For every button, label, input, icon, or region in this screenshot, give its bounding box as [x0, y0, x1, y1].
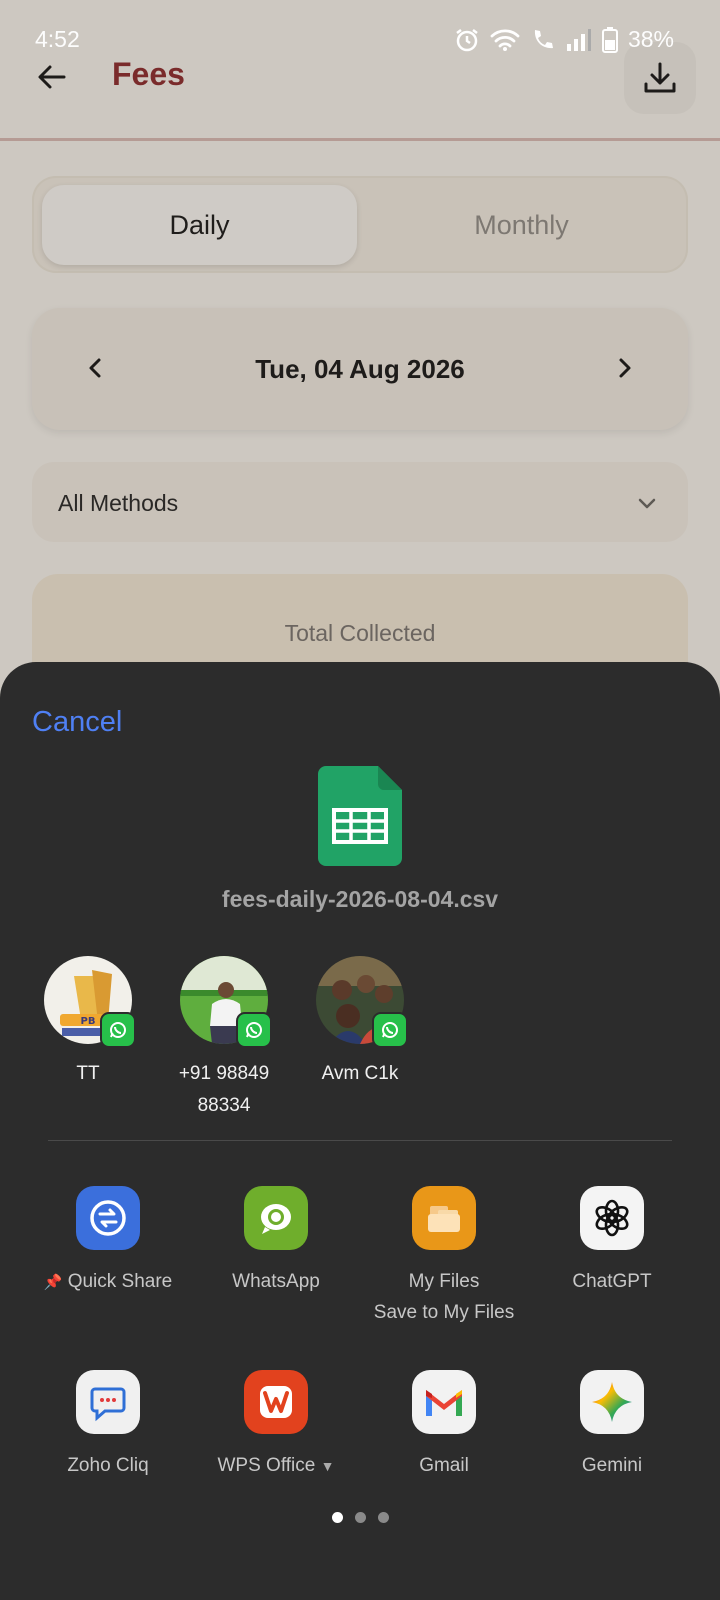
page-indicator — [0, 1512, 720, 1523]
page-dot[interactable] — [354, 1512, 366, 1523]
divider — [48, 1140, 672, 1141]
date-selector: Tue, 04 Aug 2026 — [32, 308, 688, 430]
payment-method-dropdown[interactable]: All Methods — [32, 462, 688, 542]
whatsapp-icon — [244, 1186, 308, 1250]
file-name: fees-daily-2026-08-04.csv — [221, 886, 499, 912]
chat-bubble-icon — [76, 1370, 140, 1434]
whatsapp-badge-icon — [372, 1012, 408, 1048]
signal-icon — [566, 28, 591, 51]
app-label: Quick Share — [67, 1271, 173, 1292]
gmail-icon — [412, 1370, 476, 1434]
quick-share-icon — [76, 1186, 140, 1250]
app-quick-share[interactable]: 📌 Quick Share — [24, 1186, 192, 1298]
app-zoho-cliq[interactable]: Zoho Cliq — [24, 1370, 192, 1481]
date-label: Tue, 04 Aug 2026 — [255, 354, 465, 384]
app-label-wrap: WPS Office ▼ — [192, 1450, 360, 1482]
app-label-wrap: 📌 Quick Share — [24, 1266, 192, 1298]
payment-method-value: All Methods — [58, 490, 179, 516]
contact-name: Avm C1k — [321, 1063, 399, 1084]
app-gmail[interactable]: Gmail — [360, 1370, 528, 1481]
whatsapp-badge-icon — [236, 1012, 272, 1048]
app-label: Gemini — [581, 1455, 643, 1476]
wifi-call-icon — [534, 29, 553, 48]
share-sheet: Cancel fees-daily-2026-08-04.csv PB TT +… — [0, 662, 720, 1600]
spreadsheet-file-icon — [318, 766, 402, 866]
page-dot[interactable] — [331, 1512, 343, 1523]
tab-monthly[interactable]: Monthly — [364, 185, 679, 265]
folder-icon — [412, 1186, 476, 1250]
contact-name: TT — [76, 1063, 100, 1084]
tab-daily[interactable]: Daily — [42, 185, 357, 265]
contact-name-line1: +91 98849 — [178, 1063, 270, 1084]
contact-avm-c1k[interactable]: Avm C1k — [290, 956, 430, 1090]
page-dot[interactable] — [377, 1512, 389, 1523]
contact-name: +91 98849 88334 — [154, 1058, 294, 1122]
pin-icon: 📌 — [43, 1274, 63, 1291]
app-label: Gmail — [419, 1455, 469, 1476]
next-day-button[interactable] — [602, 346, 646, 390]
battery-icon — [601, 26, 618, 53]
alarm-icon — [456, 28, 478, 51]
dropdown-arrow-icon[interactable]: ▼ — [321, 1458, 335, 1474]
gemini-icon — [580, 1370, 644, 1434]
app-gemini[interactable]: Gemini — [528, 1370, 696, 1481]
back-button[interactable] — [30, 55, 74, 99]
app-label: ChatGPT — [572, 1271, 652, 1292]
app-label: Zoho Cliq — [67, 1455, 149, 1476]
cancel-button[interactable]: Cancel — [32, 706, 122, 739]
app-label: My Files — [408, 1271, 480, 1292]
contact-name-line2: 88334 — [197, 1095, 251, 1116]
app-wps-office[interactable]: WPS Office ▼ — [192, 1370, 360, 1482]
app-whatsapp[interactable]: WhatsApp — [192, 1186, 360, 1297]
total-collected-label: Total Collected — [284, 620, 436, 646]
app-chatgpt[interactable]: ChatGPT — [528, 1186, 696, 1297]
contact-tt[interactable]: PB TT — [18, 956, 158, 1090]
arrow-left-icon — [38, 65, 66, 89]
status-icons: 38% — [454, 26, 674, 53]
download-icon — [644, 62, 676, 93]
app-label: WhatsApp — [232, 1271, 320, 1292]
chevron-right-icon — [619, 358, 631, 378]
app-label: WPS Office — [217, 1455, 316, 1476]
status-bar: 4:52 38% — [0, 0, 720, 56]
status-time: 4:52 — [35, 26, 80, 52]
contact-phone[interactable]: +91 98849 88334 — [154, 956, 294, 1122]
chevron-down-icon — [632, 488, 662, 518]
app-label-wrap: My Files Save to My Files — [360, 1266, 528, 1328]
wifi-icon — [490, 28, 520, 51]
battery-percent: 38% — [627, 26, 674, 52]
app-sublabel: Save to My Files — [373, 1302, 515, 1323]
page-title: Fees — [112, 56, 185, 92]
svg-text:PB: PB — [81, 1016, 96, 1027]
app-my-files[interactable]: My Files Save to My Files — [360, 1186, 528, 1328]
whatsapp-badge-icon — [100, 1012, 136, 1048]
wps-icon — [244, 1370, 308, 1434]
chatgpt-icon — [580, 1186, 644, 1250]
period-toggle: Daily Monthly — [32, 176, 688, 273]
